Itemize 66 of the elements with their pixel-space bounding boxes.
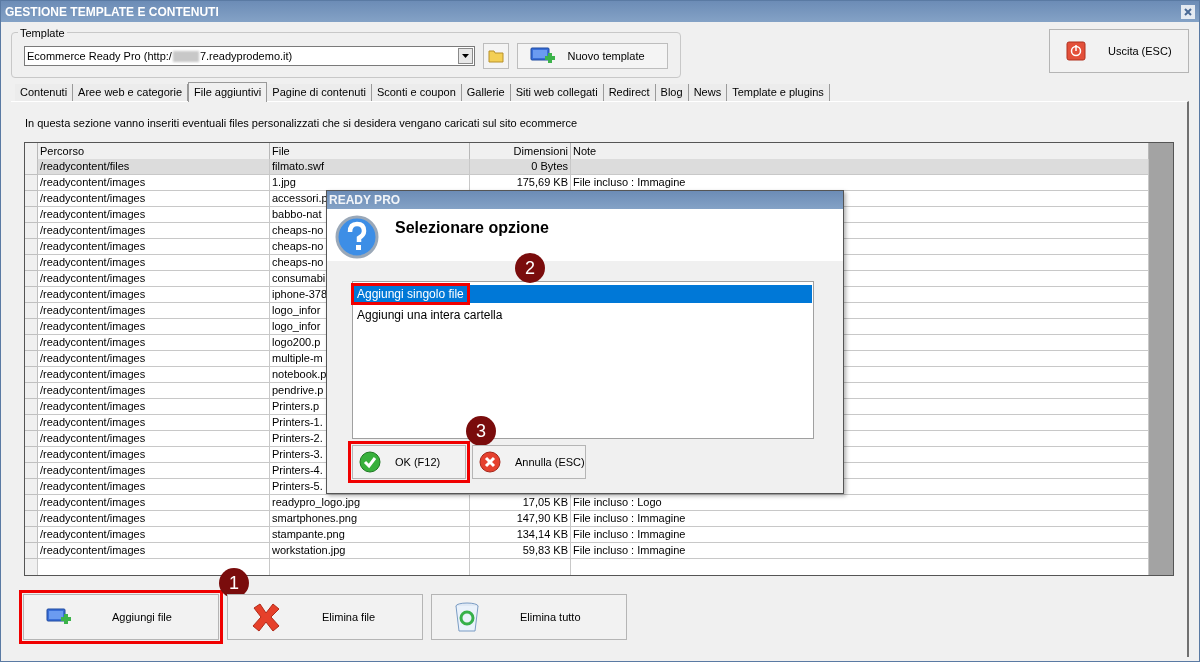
table-cell: Printers.p bbox=[272, 400, 320, 412]
table-cell: consumabi bbox=[272, 272, 326, 284]
table-cell: /readycontent/images bbox=[40, 304, 146, 316]
table-cell: stampante.png bbox=[272, 528, 345, 540]
table-cell: /readycontent/images bbox=[40, 320, 146, 332]
table-cell: 17,05 KB bbox=[522, 496, 568, 508]
table-cell: iphone-378 bbox=[272, 288, 328, 300]
table-cell: logo200.p bbox=[272, 336, 321, 348]
table-cell: /readycontent/images bbox=[40, 432, 146, 444]
table-cell: workstation.jpg bbox=[272, 544, 346, 556]
table-cell: babbo-nat bbox=[272, 208, 322, 220]
dialog-title: READY PRO bbox=[327, 191, 843, 209]
table-cell: /readycontent/images bbox=[40, 240, 146, 252]
table-cell: logo_infor bbox=[272, 304, 321, 316]
table-cell: smartphones.png bbox=[272, 512, 357, 524]
table-cell: /readycontent/images bbox=[40, 512, 146, 524]
dialog-heading: Selezionare opzione bbox=[395, 218, 549, 238]
table-cell: /readycontent/files bbox=[40, 160, 130, 172]
table-cell: File incluso : Immagine bbox=[573, 528, 686, 540]
table-cell: /readycontent/images bbox=[40, 448, 146, 460]
table-cell: /readycontent/images bbox=[40, 544, 146, 556]
table-cell: /readycontent/images bbox=[40, 224, 146, 236]
table-cell: /readycontent/images bbox=[40, 176, 146, 188]
table-cell: readypro_logo.jpg bbox=[272, 496, 361, 508]
table-cell: multiple-m bbox=[272, 352, 323, 364]
step-number-badge: 2 bbox=[515, 253, 545, 283]
section-description: In questa sezione vanno inseriti eventuali files personalizzati che si desidera vengano caricati sul sito ecommerce bbox=[24, 115, 579, 131]
table-cell: File incluso : Immagine bbox=[573, 512, 686, 524]
table-cell: File incluso : Immagine bbox=[573, 176, 686, 188]
table-cell: notebook.p bbox=[272, 368, 327, 380]
table-cell: 134,14 KB bbox=[516, 528, 568, 540]
table-cell: Printers-1. bbox=[272, 416, 323, 428]
table-cell: /readycontent/images bbox=[40, 368, 146, 380]
table-cell: cheaps-no bbox=[272, 256, 324, 268]
table-cell: 1.jpg bbox=[272, 176, 296, 188]
table-cell: Printers-2. bbox=[272, 432, 323, 444]
table-cell: 147,90 KB bbox=[516, 512, 568, 524]
table-cell: Printers-4. bbox=[272, 464, 323, 476]
table-cell: 175,69 KB bbox=[516, 176, 568, 188]
table-cell: /readycontent/images bbox=[40, 336, 146, 348]
table-cell: /readycontent/images bbox=[40, 416, 146, 428]
table-cell: /readycontent/images bbox=[40, 208, 146, 220]
table-cell: 59,83 KB bbox=[522, 544, 568, 556]
table-cell: /readycontent/images bbox=[40, 192, 146, 204]
table-cell: cheaps-no bbox=[272, 240, 324, 252]
table-cell: logo_infor bbox=[272, 320, 321, 332]
table-cell: pendrive.p bbox=[272, 384, 324, 396]
table-cell: /readycontent/images bbox=[40, 352, 146, 364]
table-cell: filmato.swf bbox=[272, 160, 324, 172]
table-cell: File incluso : Logo bbox=[573, 496, 662, 508]
table-cell: 0 Bytes bbox=[531, 160, 568, 172]
table-cell: cheaps-no bbox=[272, 224, 324, 236]
table-cell: /readycontent/images bbox=[40, 496, 146, 508]
table-cell: /readycontent/images bbox=[40, 272, 146, 284]
window-title: GESTIONE TEMPLATE E CONTENUTI bbox=[5, 3, 219, 21]
table-cell: /readycontent/images bbox=[40, 384, 146, 396]
table-cell: /readycontent/images bbox=[40, 480, 146, 492]
table-cell: /readycontent/images bbox=[40, 400, 146, 412]
table-cell: /readycontent/images bbox=[40, 288, 146, 300]
table-cell: Printers-3. bbox=[272, 448, 323, 460]
table-cell: File incluso : Immagine bbox=[573, 544, 686, 556]
table-cell: accessori.p bbox=[272, 192, 328, 204]
table-cell: Printers-5. bbox=[272, 480, 323, 492]
table-cell: /readycontent/images bbox=[40, 256, 146, 268]
table-cell: /readycontent/images bbox=[40, 464, 146, 476]
table-cell: /readycontent/images bbox=[40, 528, 146, 540]
